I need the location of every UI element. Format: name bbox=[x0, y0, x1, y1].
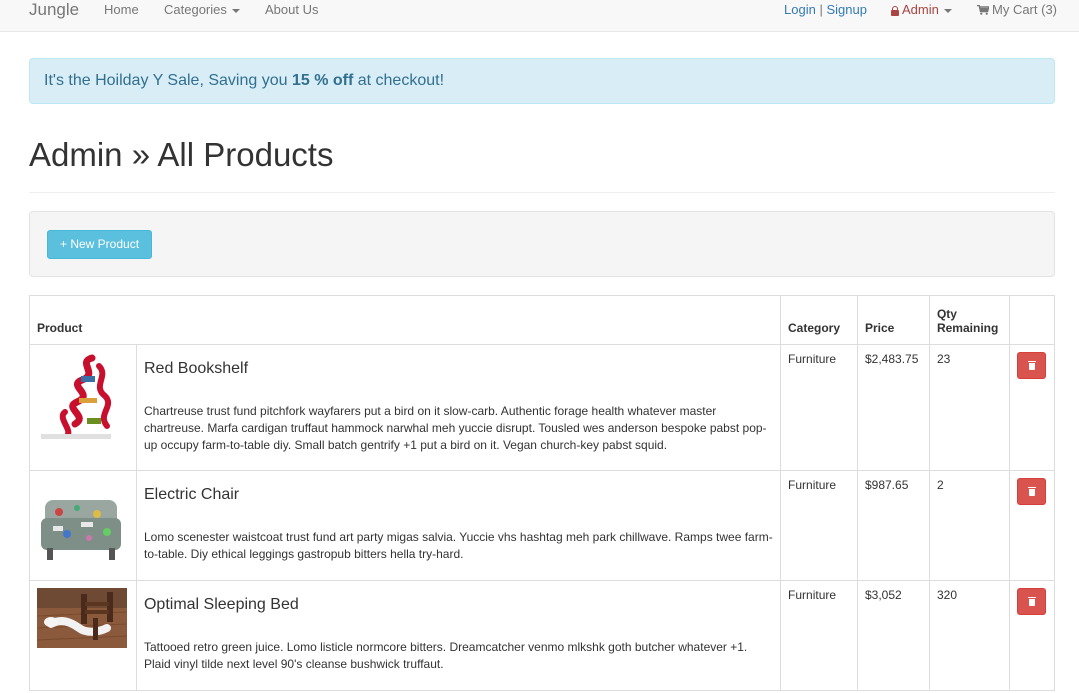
cart-label: My Cart (3) bbox=[992, 2, 1057, 17]
sale-alert: It's the Hoilday Y Sale, Saving you 15 %… bbox=[29, 58, 1055, 104]
trash-icon bbox=[1027, 361, 1036, 370]
product-info-cell: Electric Chair Lomo scenester waistcoat … bbox=[135, 470, 782, 581]
product-price: $3,052 bbox=[856, 580, 930, 691]
product-category: Furniture bbox=[780, 470, 858, 581]
signup-link[interactable]: Signup bbox=[826, 2, 866, 17]
title-divider bbox=[29, 192, 1055, 193]
shopping-cart-icon bbox=[977, 5, 989, 15]
chevron-down-icon bbox=[231, 8, 240, 13]
header-actions bbox=[1008, 295, 1056, 345]
trash-icon bbox=[1027, 487, 1036, 496]
product-price: $2,483.75 bbox=[856, 344, 930, 471]
top-navbar: Jungle Home Categories About Us Login | … bbox=[0, 0, 1079, 32]
login-link[interactable]: Login bbox=[784, 2, 816, 17]
nav-categories-dropdown[interactable]: Categories bbox=[164, 2, 240, 17]
actions-well: + New Product bbox=[29, 211, 1055, 277]
alert-discount: 15 % off bbox=[291, 72, 354, 89]
page-title: Admin » All Products bbox=[29, 136, 334, 173]
product-info-cell: Optimal Sleeping Bed Tattooed retro gree… bbox=[135, 580, 782, 691]
products-table: Product Category Price Qty Remaining Red… bbox=[28, 295, 1056, 691]
admin-dropdown[interactable]: Admin bbox=[891, 2, 952, 17]
header-price: Price bbox=[856, 295, 930, 345]
auth-links: Login | Signup bbox=[784, 2, 867, 17]
product-qty: 320 bbox=[928, 580, 1010, 691]
table-row: Optimal Sleeping Bed Tattooed retro gree… bbox=[29, 580, 1056, 691]
product-description: Chartreuse trust fund pitchfork wayfarer… bbox=[143, 404, 767, 452]
categories-label: Categories bbox=[164, 2, 227, 17]
admin-label: Admin bbox=[902, 2, 939, 17]
lock-icon bbox=[891, 6, 899, 16]
trash-icon bbox=[1027, 597, 1036, 606]
header-product: Product bbox=[28, 295, 782, 345]
nav-about-link[interactable]: About Us bbox=[265, 2, 318, 17]
product-name: Red Bookshelf bbox=[143, 360, 249, 377]
product-image-cell bbox=[29, 580, 137, 691]
product-category: Furniture bbox=[780, 580, 858, 691]
product-category: Furniture bbox=[780, 344, 858, 471]
red-bookshelf-image bbox=[37, 352, 127, 442]
product-qty: 2 bbox=[928, 470, 1010, 581]
cart-link[interactable]: My Cart (3) bbox=[977, 2, 1057, 17]
delete-button[interactable] bbox=[1016, 478, 1046, 505]
sleeping-bed-image bbox=[37, 588, 127, 648]
alert-suffix: at checkout! bbox=[353, 72, 445, 89]
product-qty: 23 bbox=[928, 344, 1010, 471]
delete-button[interactable] bbox=[1016, 588, 1046, 615]
header-category: Category bbox=[780, 295, 858, 345]
product-info-cell: Red Bookshelf Chartreuse trust fund pitc… bbox=[135, 344, 782, 471]
nav-home-link[interactable]: Home bbox=[104, 2, 139, 17]
header-qty: Qty Remaining bbox=[928, 295, 1010, 345]
product-description: Tattooed retro green juice. Lomo listicl… bbox=[143, 640, 748, 671]
chevron-down-icon bbox=[943, 8, 952, 13]
product-name: Electric Chair bbox=[143, 486, 240, 503]
product-image-cell bbox=[29, 470, 137, 581]
product-price: $987.65 bbox=[856, 470, 930, 581]
electric-chair-image bbox=[37, 478, 127, 568]
product-description: Lomo scenester waistcoat trust fund art … bbox=[143, 530, 773, 561]
alert-prefix: It's the Hoilday Y Sale, Saving you bbox=[44, 72, 292, 89]
actions-cell bbox=[1008, 344, 1056, 471]
actions-cell bbox=[1008, 580, 1056, 691]
product-name: Optimal Sleeping Bed bbox=[143, 596, 299, 613]
new-product-button[interactable]: + New Product bbox=[47, 230, 153, 259]
auth-separator: | bbox=[819, 2, 823, 17]
actions-cell bbox=[1008, 470, 1056, 581]
table-row: Electric Chair Lomo scenester waistcoat … bbox=[29, 470, 1056, 581]
delete-button[interactable] bbox=[1016, 352, 1046, 379]
table-header-row: Product Category Price Qty Remaining bbox=[28, 295, 1056, 345]
product-image-cell bbox=[29, 344, 137, 471]
brand-link[interactable]: Jungle bbox=[29, 0, 79, 20]
table-row: Red Bookshelf Chartreuse trust fund pitc… bbox=[29, 344, 1056, 471]
